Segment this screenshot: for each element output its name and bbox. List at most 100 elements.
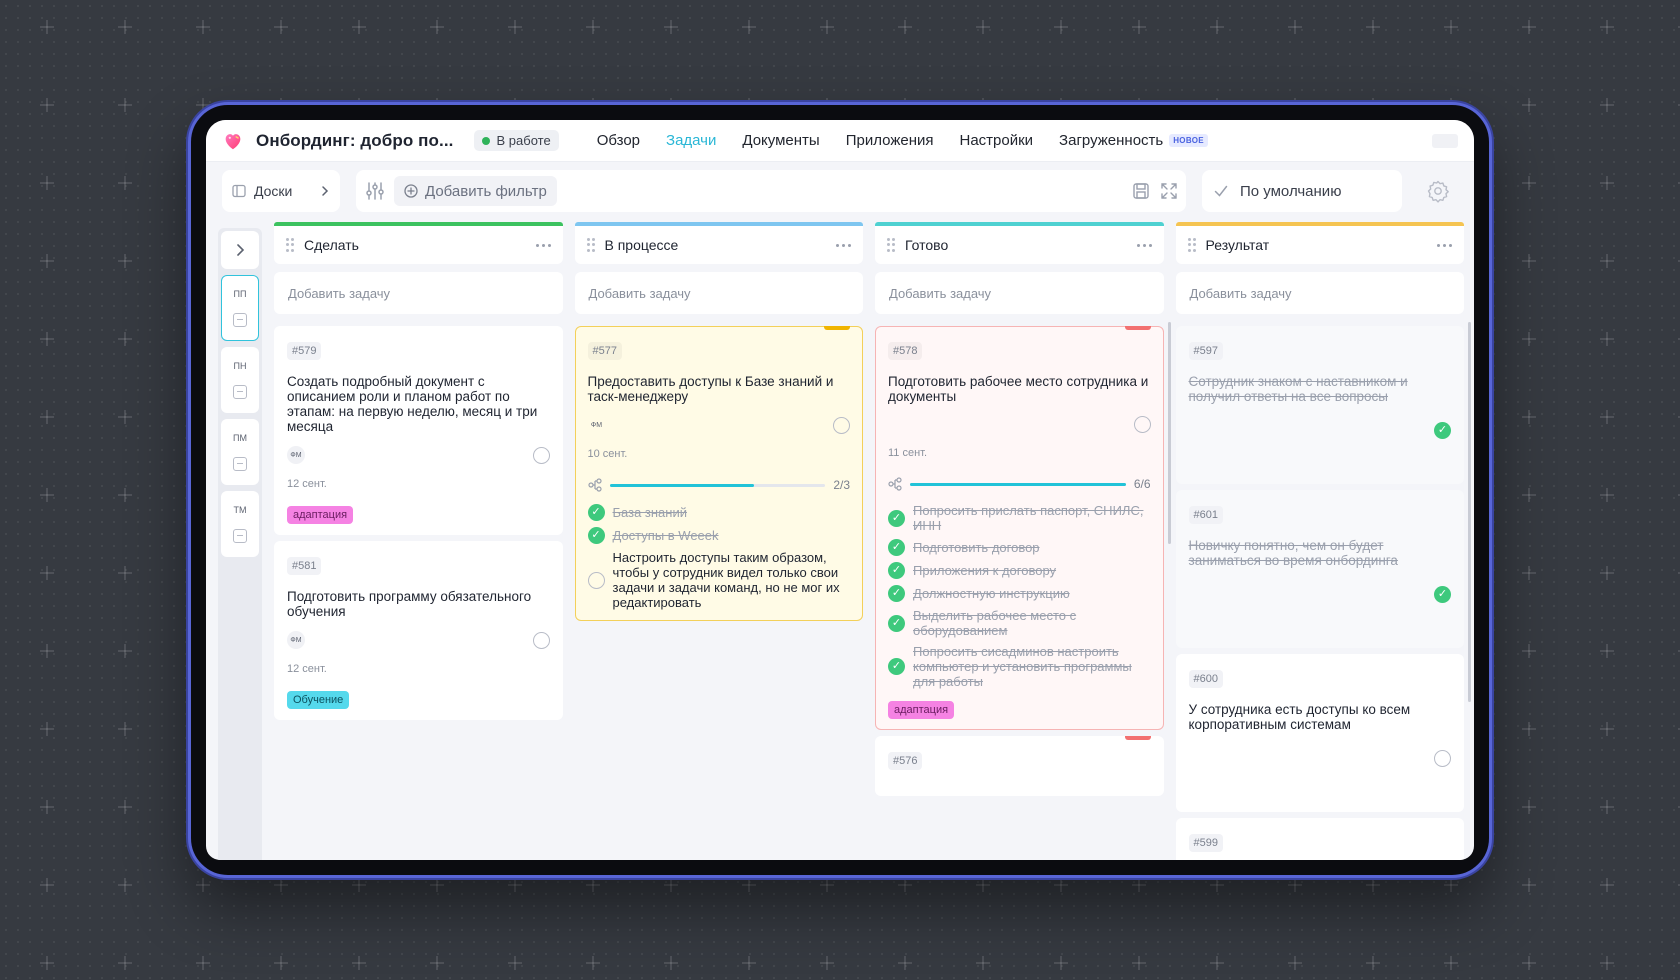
assignee-avatar[interactable]: ФМ <box>287 446 305 464</box>
subtask-text: Попросить сисадминов настроить компьютер… <box>913 644 1132 689</box>
task-date: 11 сент. <box>888 447 928 459</box>
tab-documents[interactable]: Документы <box>742 132 819 149</box>
boards-button[interactable]: Доски <box>222 170 340 212</box>
task-card[interactable]: #577 Предоставить доступы к Базе знаний … <box>574 326 863 621</box>
task-card[interactable]: #601 Новичку понятно, чем он будет заним… <box>1175 490 1464 648</box>
task-card[interactable]: #576 <box>875 736 1164 796</box>
task-date: 12 сент. <box>287 663 327 675</box>
check-circle-icon[interactable]: ✓ <box>888 658 905 675</box>
swimlane-group[interactable]: ПП <box>221 275 259 341</box>
tab-settings[interactable]: Настройки <box>959 132 1033 149</box>
subtask-text: Настроить доступы таким образом, чтобы у… <box>612 550 840 610</box>
complete-toggle[interactable] <box>1434 750 1451 767</box>
subtask-item[interactable]: ✓ Попросить сисадминов настроить компьют… <box>888 644 1151 689</box>
check-circle-icon[interactable]: ✓ <box>587 527 605 544</box>
drag-handle-icon[interactable] <box>1187 238 1196 252</box>
assignee-avatar[interactable]: ФМ <box>588 416 606 434</box>
check-circle-icon[interactable]: ✓ <box>1434 422 1451 439</box>
column-scrollbar[interactable] <box>1468 322 1471 702</box>
empty-circle-icon[interactable] <box>587 571 605 589</box>
check-circle-icon[interactable]: ✓ <box>888 585 905 602</box>
add-task-button[interactable]: Добавить задачу <box>574 272 863 314</box>
task-tag[interactable]: адаптация <box>888 701 955 719</box>
more-options-icon[interactable] <box>1136 243 1152 247</box>
swimlane-group[interactable]: ПН <box>221 347 259 413</box>
save-icon[interactable] <box>1132 182 1150 200</box>
tab-apps[interactable]: Приложения <box>846 132 934 149</box>
add-task-button[interactable]: Добавить задачу <box>274 272 563 314</box>
subtask-item[interactable]: Настроить доступы таким образом, чтобы у… <box>587 550 851 610</box>
tab-workload[interactable]: Загруженность НОВОЕ <box>1059 132 1208 149</box>
task-card[interactable]: #600 У сотрудника есть доступы ко всем к… <box>1175 654 1464 812</box>
swimlane-group[interactable]: ТМ <box>221 491 259 557</box>
drag-handle-icon[interactable] <box>286 238 294 252</box>
check-circle-icon[interactable]: ✓ <box>888 539 905 556</box>
column-header[interactable]: В процессе <box>574 222 863 264</box>
task-card[interactable]: #599 <box>1175 818 1464 860</box>
swimlane-label: ПН <box>233 361 247 371</box>
swimlane-group[interactable]: ПМ <box>221 419 259 485</box>
drag-handle-icon[interactable] <box>887 238 895 252</box>
check-circle-icon[interactable]: ✓ <box>1434 586 1451 603</box>
expand-rail-button[interactable] <box>221 231 259 269</box>
add-task-button[interactable]: Добавить задачу <box>1175 272 1464 314</box>
task-title: Подготовить рабочее место сотрудника и д… <box>888 374 1149 404</box>
task-card[interactable]: #581 Подготовить программу обязательного… <box>274 541 563 720</box>
assignee-avatar[interactable]: ФМ <box>287 631 305 649</box>
subtask-progress: 2/3 <box>587 478 850 492</box>
drag-handle-icon[interactable] <box>586 238 595 252</box>
project-status-badge[interactable]: В работе <box>473 130 559 151</box>
toolbar: Доски Добавить фильтр По умолчанию <box>206 162 1474 220</box>
check-circle-icon[interactable]: ✓ <box>888 562 905 579</box>
task-card[interactable]: #579 Создать подробный документ с описан… <box>274 326 563 535</box>
project-nav: Обзор Задачи Документы Приложения Настро… <box>597 132 1208 149</box>
subtask-text: Доступы в Weeek <box>612 528 719 543</box>
complete-toggle[interactable] <box>1133 416 1151 433</box>
subtask-progress: 6/6 <box>888 477 1151 491</box>
subtask-list: ✓ База знаний ✓ Доступы в Weeek Настроит… <box>587 504 851 610</box>
column-header[interactable]: Результат <box>1175 222 1464 264</box>
expand-icon[interactable] <box>1160 182 1178 200</box>
more-options-icon[interactable] <box>1437 243 1452 247</box>
complete-toggle[interactable] <box>833 416 850 434</box>
complete-toggle[interactable] <box>532 446 550 464</box>
subtask-item[interactable]: ✓ Приложения к договору <box>888 562 1151 579</box>
chevron-right-icon <box>322 186 329 196</box>
tab-tasks[interactable]: Задачи <box>666 132 716 149</box>
subtasks-icon[interactable] <box>888 477 902 491</box>
subtask-item[interactable]: ✓ База знаний <box>587 504 851 521</box>
check-circle-icon[interactable]: ✓ <box>587 504 605 521</box>
task-card[interactable]: #597 Сотрудник знаком с наставником и по… <box>1175 326 1464 484</box>
collapse-box-icon <box>233 313 247 327</box>
column-scrollbar[interactable] <box>1167 322 1171 544</box>
board-settings-button[interactable] <box>1418 170 1458 212</box>
add-task-button[interactable]: Добавить задачу <box>875 272 1164 314</box>
tab-overview[interactable]: Обзор <box>597 132 640 149</box>
project-title[interactable]: Онбординг: добро по... <box>256 131 454 151</box>
check-circle-icon[interactable]: ✓ <box>888 614 905 632</box>
add-filter-button[interactable]: Добавить фильтр <box>394 176 557 206</box>
subtask-item[interactable]: ✓ Выделить рабочее место с оборудованием <box>888 608 1151 638</box>
view-selector[interactable]: По умолчанию <box>1202 170 1402 212</box>
heart-logo-icon <box>225 133 241 149</box>
subtask-item[interactable]: ✓ Попросить прислать паспорт, СНИЛС, ИНН <box>888 503 1151 533</box>
sliders-icon[interactable] <box>364 180 386 202</box>
subtask-item[interactable]: ✓ Доступы в Weeek <box>587 527 851 544</box>
task-meta: ФМ <box>287 631 550 649</box>
task-card[interactable]: #578 Подготовить рабочее место сотрудник… <box>875 326 1164 730</box>
task-title: У сотрудника есть доступы ко всем корпор… <box>1188 702 1411 732</box>
column-header[interactable]: Сделать <box>274 222 563 264</box>
view-selector-label: По умолчанию <box>1240 182 1342 200</box>
task-meta: ФМ <box>588 416 850 434</box>
more-options-icon[interactable] <box>836 243 851 247</box>
more-options-icon[interactable] <box>535 243 551 247</box>
column-header[interactable]: Готово <box>875 222 1164 264</box>
subtask-item[interactable]: ✓ Подготовить договор <box>888 539 1151 556</box>
check-circle-icon[interactable]: ✓ <box>888 509 905 527</box>
board-columns: Сделать Добавить задачу #579 Создать под… <box>274 222 1471 860</box>
complete-toggle[interactable] <box>532 631 550 649</box>
task-tag[interactable]: адаптация <box>287 506 354 524</box>
task-tag[interactable]: Обучение <box>287 691 350 709</box>
subtasks-icon[interactable] <box>587 478 602 492</box>
subtask-item[interactable]: ✓ Должностную инструкцию <box>888 585 1151 602</box>
